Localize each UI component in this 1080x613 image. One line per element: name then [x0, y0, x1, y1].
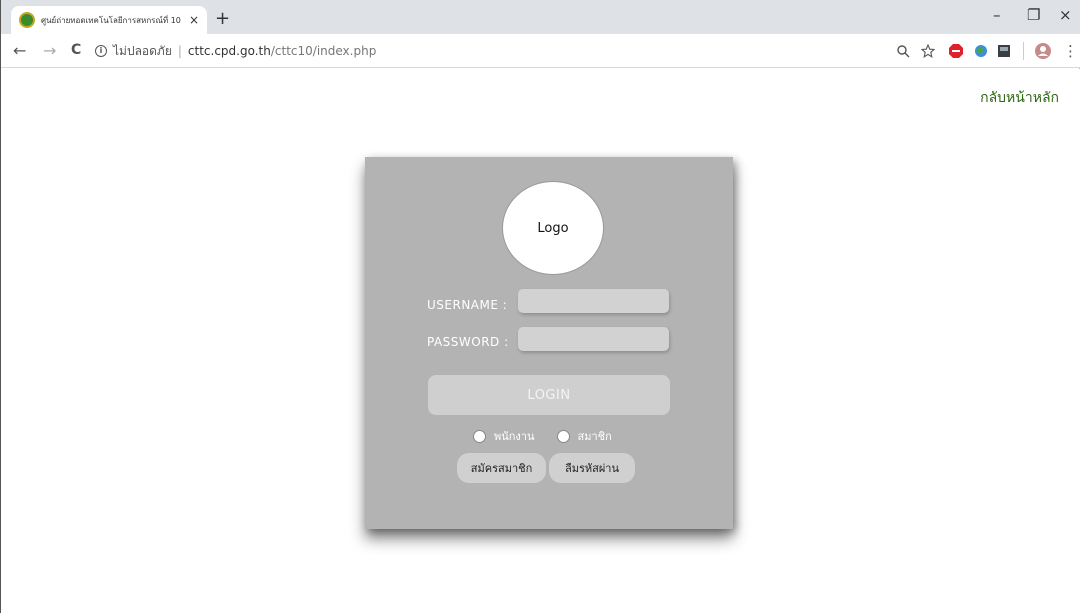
- info-icon[interactable]: i: [95, 45, 107, 57]
- home-link[interactable]: กลับหน้าหลัก: [980, 87, 1059, 109]
- register-button[interactable]: สมัครสมาชิก: [457, 453, 546, 483]
- browser-toolbar: ← → C i ไม่ปลอดภัย | cttc.cpd.go.th /ctt…: [1, 34, 1080, 68]
- username-label: USERNAME :: [427, 298, 508, 312]
- address-bar[interactable]: i ไม่ปลอดภัย | cttc.cpd.go.th /cttc10/in…: [95, 39, 945, 63]
- browser-tab[interactable]: ศูนย์ถ่ายทอดเทคโนโลยีการสหกรณ์ที่ 10 ×: [11, 6, 207, 34]
- forward-button[interactable]: →: [43, 41, 56, 60]
- radio-staff-label: พนักงาน: [494, 430, 535, 443]
- adblock-icon[interactable]: [949, 44, 963, 58]
- back-button[interactable]: ←: [13, 41, 26, 60]
- bookmark-star-icon[interactable]: [921, 44, 935, 58]
- radio-staff[interactable]: [473, 429, 486, 443]
- login-card: Logo USERNAME : PASSWORD : LOGIN พนักงาน…: [365, 157, 733, 529]
- minimize-button[interactable]: –: [993, 6, 1001, 24]
- radio-member[interactable]: [556, 429, 570, 443]
- url-separator: |: [177, 44, 182, 58]
- url-path: /cttc10/index.php: [270, 44, 377, 58]
- radio-member-label: สมาชิก: [577, 430, 612, 443]
- page-content: กลับหน้าหลัก Logo USERNAME : PASSWORD : …: [1, 69, 1080, 613]
- zoom-icon[interactable]: [896, 44, 910, 58]
- url-domain: cttc.cpd.go.th: [187, 44, 271, 58]
- close-window-button[interactable]: ×: [1059, 6, 1072, 24]
- profile-avatar-icon[interactable]: [1035, 43, 1051, 59]
- extension-globe-icon[interactable]: [974, 44, 988, 58]
- password-label: PASSWORD :: [427, 335, 509, 349]
- maximize-button[interactable]: ❐: [1027, 6, 1040, 24]
- tab-close-icon[interactable]: ×: [189, 13, 199, 27]
- new-tab-button[interactable]: +: [215, 8, 230, 29]
- reload-button[interactable]: C: [71, 42, 81, 58]
- tab-strip: ศูนย์ถ่ายทอดเทคโนโลยีการสหกรณ์ที่ 10 × +…: [1, 0, 1080, 34]
- user-type-radio-group: พนักงาน สมาชิก: [473, 427, 612, 445]
- login-button[interactable]: LOGIN: [428, 375, 670, 415]
- logo-placeholder: Logo: [502, 181, 604, 275]
- tab-title: ศูนย์ถ่ายทอดเทคโนโลยีการสหกรณ์ที่ 10: [41, 15, 181, 25]
- site-favicon-icon: [19, 12, 35, 28]
- extension-screenshot-icon[interactable]: [997, 44, 1011, 58]
- browser-window: ศูนย์ถ่ายทอดเทคโนโลยีการสหกรณ์ที่ 10 × +…: [0, 0, 1080, 613]
- browser-menu-icon[interactable]: ⋮: [1063, 42, 1078, 60]
- toolbar-divider: [1023, 42, 1024, 60]
- security-label: ไม่ปลอดภัย: [113, 43, 172, 58]
- username-input[interactable]: [518, 289, 669, 313]
- forgot-password-button[interactable]: ลืมรหัสผ่าน: [549, 453, 635, 483]
- logo-text: Logo: [537, 220, 569, 236]
- password-input[interactable]: [518, 327, 669, 351]
